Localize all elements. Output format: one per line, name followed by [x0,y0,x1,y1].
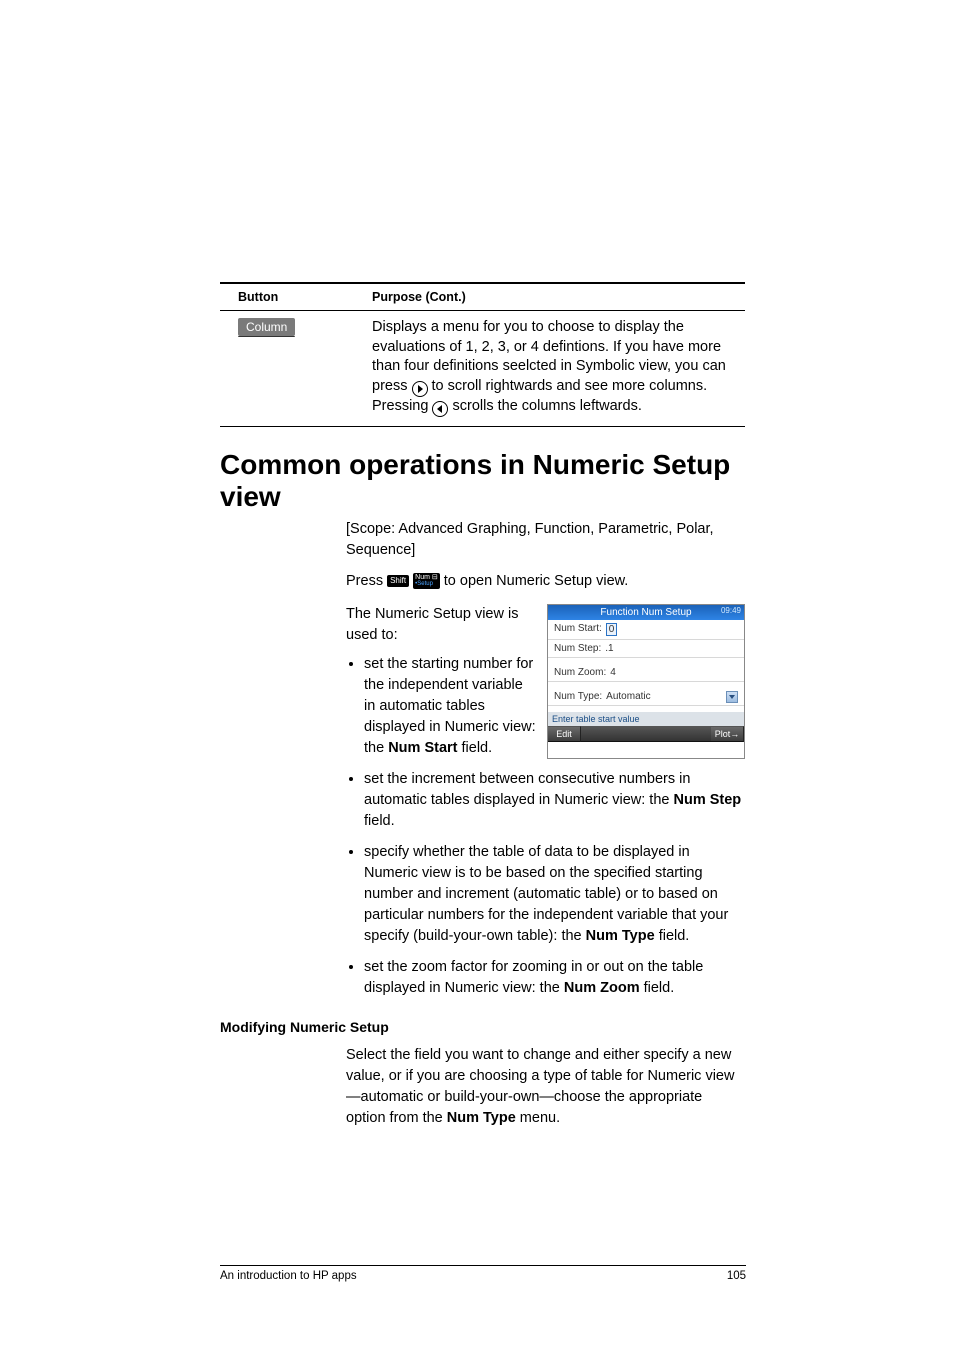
chevron-down-icon [726,691,738,703]
calc-field-numzoom: Num Zoom: 4 [548,664,744,682]
calc-numstart-value: 0 [606,623,618,636]
list-item: specify whether the table of data to be … [364,842,745,947]
calc-field-numtype: Num Type: Automatic [548,688,744,706]
scope-note: [Scope: Advanced Graphing, Function, Par… [346,519,745,561]
num-key-top: Num [415,574,430,581]
calc-numtype-value: Automatic [606,691,650,702]
bullet1-c: field. [457,740,492,756]
calc-numzoom-value: 4 [610,667,616,678]
list-item: set the zoom factor for zooming in or ou… [364,957,745,999]
calc-hint: Enter table start value [548,712,744,726]
bullet3-b: Num Type [586,928,655,944]
calc-numzoom-label: Num Zoom: [554,667,606,678]
subpara-c: menu. [516,1110,560,1126]
calc-title-bar: Function Num Setup 09:49 [548,605,744,620]
list-item: set the starting number for the independ… [364,654,537,759]
bullet2-b: Num Step [673,792,741,808]
shift-key-icon: Shift [387,575,409,587]
table-header-row: Button Purpose (Cont.) [220,284,745,310]
footer-title: An introduction to HP apps [220,1270,357,1282]
press-post: to open Numeric Setup view. [444,573,629,589]
table-header-button: Button [238,290,372,304]
press-pre: Press [346,573,387,589]
bullet4-c: field. [640,980,675,996]
modifying-paragraph: Select the field you want to change and … [346,1045,745,1129]
table-rule-bottom [220,426,745,427]
cursor-right-icon [412,381,428,397]
calc-field-numstep: Num Step: .1 [548,640,744,658]
bullet2-a: set the increment between consecutive nu… [364,771,690,808]
subheading-modifying: Modifying Numeric Setup [220,1019,745,1035]
list-item: set the increment between consecutive nu… [364,769,745,832]
bullet3-c: field. [655,928,690,944]
calc-title: Function Num Setup [600,607,691,618]
num-setup-key-icon: Num ⊟ •Setup [413,573,440,589]
press-instruction: Press Shift Num ⊟ •Setup to open Numeric… [346,571,745,592]
calc-numstep-label: Num Step: [554,643,601,654]
calc-numstep-value: .1 [605,643,613,654]
calc-field-numstart: Num Start: 0 [548,620,744,640]
page-number: 105 [727,1270,746,1282]
bullet2-c: field. [364,813,395,829]
used-to-intro: The Numeric Setup view is used to: [346,606,518,643]
cursor-left-icon [432,401,448,417]
calculator-screenshot: Function Num Setup 09:49 Num Start: 0 Nu… [547,604,745,759]
calc-edit-button: Edit [548,726,581,742]
page-footer: An introduction to HP apps 105 [220,1265,746,1282]
table-purpose-text: Displays a menu for you to choose to dis… [372,318,745,417]
calc-softkey-menu: Edit Plot→ [548,726,744,742]
calc-numtype-label: Num Type: [554,691,602,702]
column-softkey-button[interactable]: Column [238,318,295,336]
calc-numstart-label: Num Start: [554,623,602,636]
calc-plot-button: Plot→ [711,726,744,742]
table-header-purpose: Purpose (Cont.) [372,290,745,304]
bullet1-b: Num Start [388,740,457,756]
num-key-sub: •Setup [415,581,438,587]
purpose-segment-3: scrolls the columns leftwards. [452,398,641,414]
section-heading: Common operations in Numeric Setup view [220,449,745,513]
table-row: Column Displays a menu for you to choose… [220,311,745,426]
subpara-b: Num Type [447,1110,516,1126]
calc-clock: 09:49 [721,606,741,615]
bullet4-b: Num Zoom [564,980,640,996]
